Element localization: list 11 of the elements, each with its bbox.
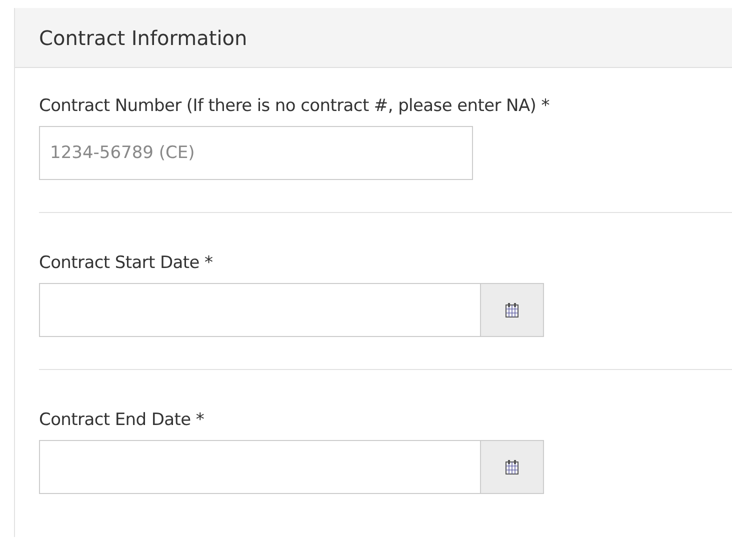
date-field[interactable] xyxy=(39,440,481,494)
calendar-button[interactable] xyxy=(481,283,544,337)
field-label: Contract Number (If there is no contract #, please enter NA) * xyxy=(39,96,550,116)
input-field[interactable]: 1234-56789 (CE) xyxy=(39,126,473,180)
calendar-button[interactable] xyxy=(481,440,544,494)
field-label: Contract Start Date * xyxy=(39,253,214,273)
section-title: Contract Information xyxy=(39,26,248,50)
field-label: Contract End Date * xyxy=(39,410,206,430)
calendar-icon xyxy=(505,302,519,318)
calendar-icon xyxy=(505,459,519,475)
date-field[interactable] xyxy=(39,283,481,337)
